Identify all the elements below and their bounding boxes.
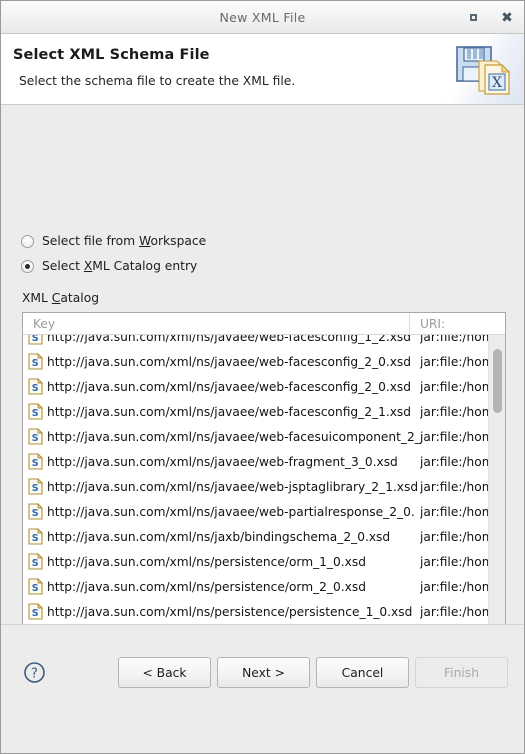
table-row[interactable]: Shttp://java.sun.com/xml/ns/persistence/… (23, 574, 488, 599)
schema-file-icon: S (28, 503, 43, 520)
column-header-key[interactable]: Key (23, 313, 410, 334)
radio-indicator-workspace (21, 234, 34, 248)
wizard-header: Select XML Schema File Select the schema… (1, 34, 524, 105)
table-cell-uri: jar:file:/home (420, 554, 488, 569)
table-cell-key: http://java.sun.com/xml/ns/javaee/web-fa… (47, 335, 412, 344)
table-header: Key URI: (23, 313, 505, 335)
svg-text:S: S (32, 335, 39, 344)
schema-file-icon: S (28, 353, 43, 370)
maximize-icon (469, 14, 477, 21)
svg-text:S: S (32, 408, 39, 419)
dialog-footer: ? < Back Next > Cancel Finish (1, 624, 524, 753)
table-cell-uri: jar:file:/home (420, 454, 488, 469)
table-cell-uri: jar:file:/home (420, 604, 488, 619)
maximize-button[interactable] (464, 9, 482, 27)
table-cell-key: http://java.sun.com/xml/ns/javaee/web-pa… (47, 504, 415, 519)
table-cell-uri: jar:file:/home (420, 479, 488, 494)
window-title: New XML File (219, 9, 306, 25)
radio-indicator-catalog (21, 259, 34, 273)
table-row[interactable]: Shttp://java.sun.com/xml/ns/javaee/web-p… (23, 499, 488, 524)
table-cell-uri: jar:file:/home (420, 335, 488, 344)
page-description: Select the schema file to create the XML… (19, 74, 296, 88)
window-controls: ✖ (464, 1, 516, 34)
svg-text:S: S (32, 383, 39, 394)
footer-buttons: < Back Next > Cancel Finish (118, 657, 508, 688)
table-row[interactable]: Shttp://java.sun.com/xml/ns/javaee/web-f… (23, 424, 488, 449)
new-xml-file-dialog: New XML File ✖ Select XML Schema File Se… (0, 0, 525, 754)
table-row[interactable]: Shttp://java.sun.com/xml/ns/javaee/web-f… (23, 449, 488, 474)
svg-text:S: S (32, 483, 39, 494)
table-cell-uri: jar:file:/home (420, 354, 488, 369)
svg-text:S: S (32, 608, 39, 619)
schema-file-icon: S (28, 603, 43, 620)
table-row[interactable]: Shttp://java.sun.com/xml/ns/javaee/web-f… (23, 335, 488, 349)
schema-file-icon: S (28, 335, 43, 345)
schema-file-icon: S (28, 578, 43, 595)
table-row[interactable]: Shttp://java.sun.com/xml/ns/javaee/web-f… (23, 349, 488, 374)
close-button[interactable]: ✖ (498, 9, 516, 27)
table-cell-uri: jar:file:/home (420, 529, 488, 544)
svg-text:?: ? (31, 667, 38, 682)
table-cell-key: http://java.sun.com/xml/ns/persistence/p… (47, 604, 413, 619)
table-cell-key: http://java.sun.com/xml/ns/javaee/web-fa… (47, 429, 421, 444)
schema-file-icon: S (28, 403, 43, 420)
table-row[interactable]: Shttp://java.sun.com/xml/ns/persistence/… (23, 549, 488, 574)
svg-text:S: S (32, 533, 39, 544)
table-row[interactable]: Shttp://java.sun.com/xml/ns/javaee/web-j… (23, 474, 488, 499)
radio-select-xml-catalog-entry[interactable]: Select XML Catalog entry (21, 259, 197, 273)
vertical-scrollbar-thumb[interactable] (493, 349, 502, 413)
table-row[interactable]: Shttp://java.sun.com/xml/ns/persistence/… (23, 599, 488, 624)
svg-text:X: X (492, 75, 502, 91)
page-title: Select XML Schema File (13, 47, 210, 63)
radio-label-catalog: Select XML Catalog entry (42, 259, 198, 273)
table-cell-uri: jar:file:/home (420, 504, 488, 519)
schema-file-icon: S (28, 428, 43, 445)
table-row[interactable]: Shttp://java.sun.com/xml/ns/javaee/web-f… (23, 399, 488, 424)
back-button[interactable]: < Back (118, 657, 211, 688)
radio-label-workspace: Select file from Workspace (42, 234, 207, 248)
table-cell-key: http://java.sun.com/xml/ns/javaee/web-js… (47, 479, 419, 494)
table-cell-key: http://java.sun.com/xml/ns/persistence/o… (47, 554, 366, 569)
title-bar: New XML File ✖ (1, 1, 524, 34)
table-cell-key: http://java.sun.com/xml/ns/jaxb/bindings… (47, 529, 391, 544)
finish-button: Finish (415, 657, 508, 688)
radio-select-file-from-workspace[interactable]: Select file from Workspace (21, 234, 206, 248)
svg-text:S: S (32, 433, 39, 444)
svg-text:S: S (32, 458, 39, 469)
cancel-button[interactable]: Cancel (316, 657, 409, 688)
table-row[interactable]: Shttp://java.sun.com/xml/ns/jaxb/binding… (23, 524, 488, 549)
table-cell-uri: jar:file:/home (420, 429, 488, 444)
xml-file-wizard-icon: X (456, 46, 511, 95)
table-cell-uri: jar:file:/home (420, 404, 488, 419)
help-icon[interactable]: ? (23, 661, 46, 684)
schema-file-icon: S (28, 478, 43, 495)
xml-catalog-group-label: XML Catalog (22, 291, 100, 305)
schema-file-icon: S (28, 528, 43, 545)
svg-text:S: S (32, 508, 39, 519)
dialog-body: Select file from Workspace Select XML Ca… (1, 105, 524, 710)
schema-file-icon: S (28, 553, 43, 570)
next-button[interactable]: Next > (217, 657, 310, 688)
table-row[interactable]: Shttp://java.sun.com/xml/ns/javaee/web-f… (23, 374, 488, 399)
table-cell-uri: jar:file:/home (420, 379, 488, 394)
table-cell-key: http://java.sun.com/xml/ns/javaee/web-fr… (47, 454, 398, 469)
table-cell-uri: jar:file:/home (420, 579, 488, 594)
table-cell-key: http://java.sun.com/xml/ns/javaee/web-fa… (47, 404, 412, 419)
svg-text:S: S (32, 583, 39, 594)
svg-text:S: S (32, 558, 39, 569)
table-cell-key: http://java.sun.com/xml/ns/javaee/web-fa… (47, 354, 412, 369)
schema-file-icon: S (28, 453, 43, 470)
close-icon: ✖ (501, 9, 513, 26)
column-header-uri[interactable]: URI: (410, 313, 505, 334)
table-cell-key: http://java.sun.com/xml/ns/persistence/o… (47, 579, 366, 594)
svg-text:S: S (32, 358, 39, 369)
table-cell-key: http://java.sun.com/xml/ns/javaee/web-fa… (47, 379, 412, 394)
schema-file-icon: S (28, 378, 43, 395)
